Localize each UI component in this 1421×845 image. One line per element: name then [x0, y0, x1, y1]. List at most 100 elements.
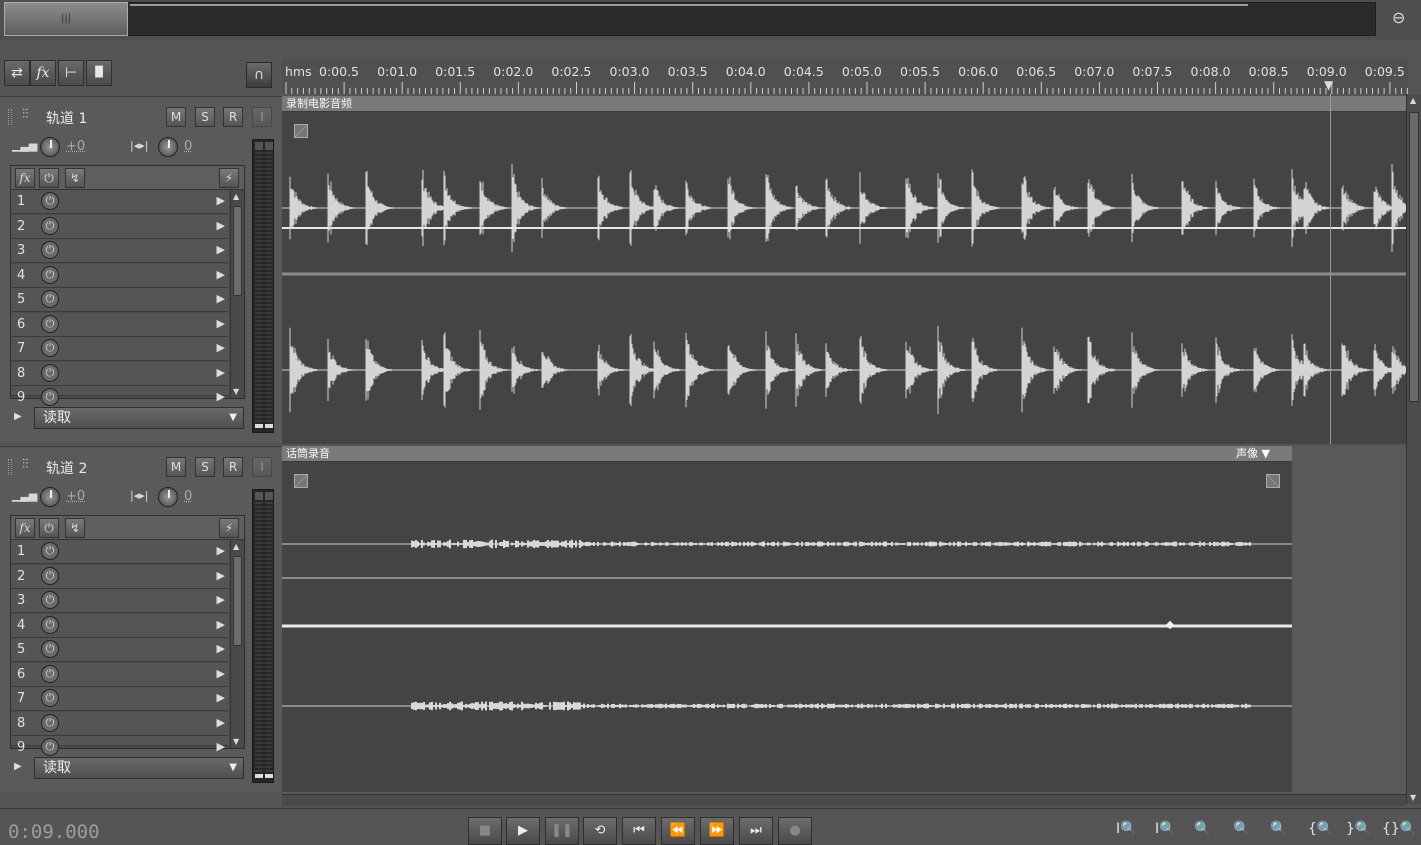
fx-slot-arrow-icon[interactable]: ▶	[217, 569, 225, 582]
automation-mode-select[interactable]: 读取 ▼	[34, 757, 244, 779]
fx-slot-arrow-icon[interactable]: ▶	[217, 317, 225, 330]
fx-slot-power-icon[interactable]: ⏻	[41, 241, 59, 259]
solo-button[interactable]: S	[195, 107, 215, 127]
fx-slot-arrow-icon[interactable]: ▶	[217, 390, 225, 403]
fx-power-icon[interactable]: ⏻	[39, 168, 59, 188]
volume-knob[interactable]	[40, 137, 60, 157]
loop-icon[interactable]: ⟲	[583, 817, 617, 845]
fx-slot-arrow-icon[interactable]: ▶	[217, 716, 225, 729]
track-name[interactable]: 轨道 1	[46, 108, 87, 128]
track-1-lane[interactable]: 录制电影音频	[282, 96, 1406, 444]
fx-slot-power-icon[interactable]: ⏻	[41, 542, 59, 560]
zoom-selection-icon[interactable]: {}🔍	[1382, 821, 1417, 837]
scroll-down-icon[interactable]: ▼	[233, 387, 239, 396]
time-display[interactable]: 0:09.000	[8, 821, 100, 843]
fx-power-icon[interactable]: ⏻	[39, 518, 59, 538]
pan-value[interactable]: 0	[184, 139, 192, 154]
fx-slot[interactable]: 4 ⏻ ▶	[11, 263, 229, 288]
headphones-icon[interactable]: ∩	[246, 62, 272, 88]
drag-handle-icon[interactable]	[8, 109, 12, 125]
fx-slot-power-icon[interactable]: ⏻	[41, 689, 59, 707]
skip-to-end-icon[interactable]: ⏭	[739, 817, 773, 845]
fx-slot-arrow-icon[interactable]: ▶	[217, 243, 225, 256]
pan-knob[interactable]	[158, 487, 178, 507]
clip-channel-label[interactable]: 声像 ▼	[1236, 446, 1270, 462]
record-icon[interactable]: ●	[778, 817, 812, 845]
zoom-in-time-icon[interactable]: 🔍	[1194, 821, 1211, 837]
scroll-up-icon[interactable]: ▲	[233, 542, 239, 551]
fx-slot[interactable]: 3 ⏻ ▶	[11, 239, 229, 263]
fx-slot-power-icon[interactable]: ⏻	[41, 192, 59, 210]
playhead-line[interactable]	[1330, 94, 1331, 444]
automation-mode-select[interactable]: 读取 ▼	[34, 407, 244, 429]
record-arm-button[interactable]: R	[223, 107, 243, 127]
zoom-out-point-icon[interactable]: }🔍	[1346, 821, 1372, 837]
fx-slot-power-icon[interactable]: ⏻	[41, 290, 59, 308]
drag-handle-icon[interactable]	[8, 459, 12, 475]
expand-triangle-icon[interactable]: ▶	[14, 411, 22, 422]
clip-title[interactable]: 话筒录音	[282, 446, 1292, 462]
fx-slot-arrow-icon[interactable]: ▶	[217, 219, 225, 232]
fx-slot[interactable]: 5 ⏻ ▶	[11, 638, 229, 662]
zoom-in-amplitude-icon[interactable]: I🔍	[1116, 821, 1138, 837]
fast-forward-icon[interactable]: ⏩	[700, 817, 734, 845]
play-icon[interactable]: ▶	[506, 817, 540, 845]
input-monitor-button[interactable]: I	[252, 457, 272, 477]
fx-slot[interactable]: 7 ⏻ ▶	[11, 687, 229, 711]
fx-slot-arrow-icon[interactable]: ▶	[217, 642, 225, 655]
eq-icon[interactable]: ▐▌	[86, 60, 112, 86]
fx-bypass-icon[interactable]: ⚡	[219, 168, 239, 188]
fx-slot-power-icon[interactable]: ⏻	[41, 738, 59, 756]
fx-slot-arrow-icon[interactable]: ▶	[217, 667, 225, 680]
vertical-scrollbar[interactable]: ▲ ▼	[1406, 94, 1421, 804]
pause-icon[interactable]: ❚❚	[545, 817, 579, 845]
mute-button[interactable]: M	[166, 107, 186, 127]
fx-slot-power-icon[interactable]: ⏻	[41, 713, 59, 732]
fx-slot[interactable]: 4 ⏻ ▶	[11, 613, 229, 638]
fx-slot-arrow-icon[interactable]: ▶	[217, 740, 225, 753]
fx-slot-arrow-icon[interactable]: ▶	[217, 268, 225, 281]
fx-slot-power-icon[interactable]: ⏻	[41, 363, 59, 382]
overview-bar[interactable]	[4, 2, 1376, 36]
audio-clip-2[interactable]	[282, 462, 1292, 792]
fx-slot-power-icon[interactable]: ⏻	[41, 339, 59, 357]
fade-in-handle-icon[interactable]	[294, 474, 308, 488]
zoom-out-amplitude-icon[interactable]: I🔍	[1155, 821, 1177, 837]
scroll-up-icon[interactable]: ▲	[1410, 96, 1416, 105]
volume-knob[interactable]	[40, 487, 60, 507]
stop-icon[interactable]: ■	[468, 817, 502, 845]
fx-slot[interactable]: 7 ⏻ ▶	[11, 337, 229, 361]
fx-slot[interactable]: 8 ⏻ ▶	[11, 361, 229, 386]
fx-slot-arrow-icon[interactable]: ▶	[217, 593, 225, 606]
fx-scrollbar[interactable]: ▲ ▼	[230, 190, 244, 398]
fx-slot[interactable]: 9 ⏻ ▶	[11, 736, 229, 756]
pre-post-fader-icon[interactable]: ↯	[65, 518, 85, 538]
input-monitor-button[interactable]: I	[252, 107, 272, 127]
fx-icon[interactable]: fx	[15, 518, 35, 538]
fx-slot-power-icon[interactable]: ⏻	[41, 591, 59, 609]
fade-out-handle-icon[interactable]	[1266, 474, 1280, 488]
fx-slot-power-icon[interactable]: ⏻	[41, 566, 59, 585]
fx-slot-arrow-icon[interactable]: ▶	[217, 691, 225, 704]
rewind-icon[interactable]: ⏪	[661, 817, 695, 845]
fx-slot[interactable]: 2 ⏻ ▶	[11, 214, 229, 239]
scroll-up-icon[interactable]: ▲	[233, 192, 239, 201]
fx-scrollbar[interactable]: ▲ ▼	[230, 540, 244, 748]
skip-to-start-icon[interactable]: ⏮	[622, 817, 656, 845]
track-name[interactable]: 轨道 2	[46, 458, 87, 478]
pre-post-fader-icon[interactable]: ↯	[65, 168, 85, 188]
fx-slot[interactable]: 3 ⏻ ▶	[11, 589, 229, 613]
scroll-down-icon[interactable]: ▼	[1410, 793, 1416, 802]
solo-button[interactable]: S	[195, 457, 215, 477]
fx-slot-power-icon[interactable]: ⏻	[41, 388, 59, 406]
volume-value[interactable]: +0	[66, 489, 85, 504]
fx-slot[interactable]: 1 ⏻ ▶	[11, 190, 229, 214]
pan-knob[interactable]	[158, 137, 178, 157]
mute-button[interactable]: M	[166, 457, 186, 477]
fx-bypass-icon[interactable]: ⚡	[219, 518, 239, 538]
fx-slot[interactable]: 6 ⏻ ▶	[11, 662, 229, 687]
zoom-full-icon[interactable]: ⊖	[1392, 8, 1405, 27]
playhead-marker[interactable]: ▼	[1324, 78, 1333, 92]
fx-slot-power-icon[interactable]: ⏻	[41, 664, 59, 683]
fx-slot-arrow-icon[interactable]: ▶	[217, 341, 225, 354]
